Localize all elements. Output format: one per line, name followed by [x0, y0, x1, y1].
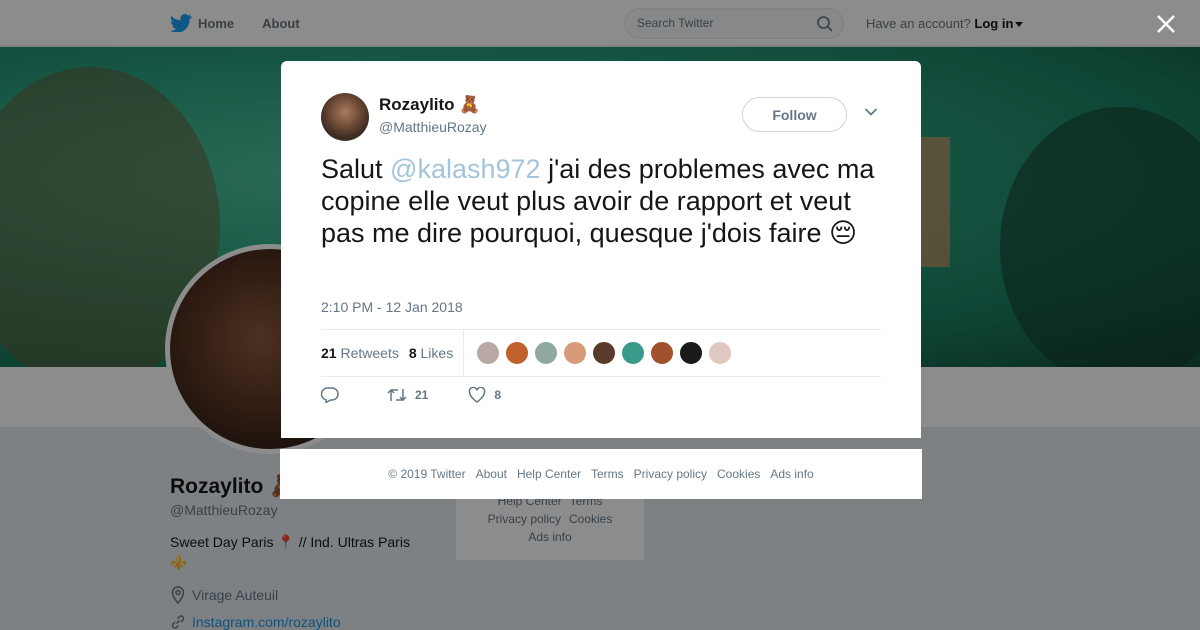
tweet-mention-link[interactable]: @kalash972	[390, 154, 541, 184]
tweet-author-name[interactable]: Rozaylito 🧸	[379, 95, 480, 115]
footer-about-link[interactable]: About	[476, 467, 507, 481]
likes-stat[interactable]: 8 Likes	[409, 345, 453, 361]
liker-avatar[interactable]	[679, 341, 704, 365]
footer-terms-link[interactable]: Terms	[591, 467, 624, 481]
liker-avatar[interactable]	[592, 341, 617, 365]
tweet-text-start: Salut	[321, 154, 391, 184]
like-count: 8	[494, 388, 502, 402]
follow-button[interactable]: Follow	[742, 97, 847, 132]
likers-avatars	[476, 341, 737, 365]
reply-icon	[321, 387, 339, 403]
likes-count: 8	[408, 345, 417, 361]
footer-ads-link[interactable]: Ads info	[770, 467, 813, 481]
modal-footer: © 2019 Twitter About Help Center Terms P…	[280, 449, 922, 499]
close-icon[interactable]	[1154, 12, 1178, 36]
tweet-text: Salut @kalash972 j'ai des problemes avec…	[321, 153, 881, 249]
stats-divider	[463, 330, 465, 376]
liker-avatar[interactable]	[476, 341, 501, 365]
retweets-stat[interactable]: 21 Retweets	[321, 345, 399, 361]
tweet-actions: 21 8	[321, 387, 541, 403]
tweet-timestamp[interactable]: 2:10 PM - 12 Jan 2018	[321, 299, 463, 315]
retweets-label: Retweets	[340, 345, 399, 361]
liker-avatar[interactable]	[534, 341, 559, 365]
tweet-author-avatar[interactable]	[321, 93, 369, 141]
tweet-stats: 21 Retweets 8 Likes	[321, 329, 881, 377]
liker-avatar[interactable]	[563, 341, 588, 365]
retweet-icon	[387, 388, 407, 402]
like-button[interactable]: 8	[468, 387, 501, 403]
liker-avatar[interactable]	[505, 341, 530, 365]
liker-avatar[interactable]	[708, 341, 733, 365]
footer-copyright: © 2019 Twitter	[388, 467, 466, 481]
footer-help-link[interactable]: Help Center	[517, 467, 581, 481]
tweet-modal: Rozaylito 🧸 @MatthieuRozay Follow Salut …	[281, 61, 921, 438]
footer-privacy-link[interactable]: Privacy policy	[634, 467, 707, 481]
retweet-count: 21	[415, 388, 429, 402]
chevron-down-icon[interactable]	[864, 107, 878, 117]
heart-icon	[469, 387, 486, 403]
liker-avatar[interactable]	[621, 341, 646, 365]
reply-button[interactable]	[321, 387, 347, 403]
retweet-button[interactable]: 21	[387, 387, 428, 403]
tweet-author-handle[interactable]: @MatthieuRozay	[379, 119, 487, 135]
liker-avatar[interactable]	[650, 341, 675, 365]
likes-label: Likes	[420, 345, 454, 361]
retweets-count: 21	[321, 345, 337, 361]
footer-cookies-link[interactable]: Cookies	[717, 467, 760, 481]
